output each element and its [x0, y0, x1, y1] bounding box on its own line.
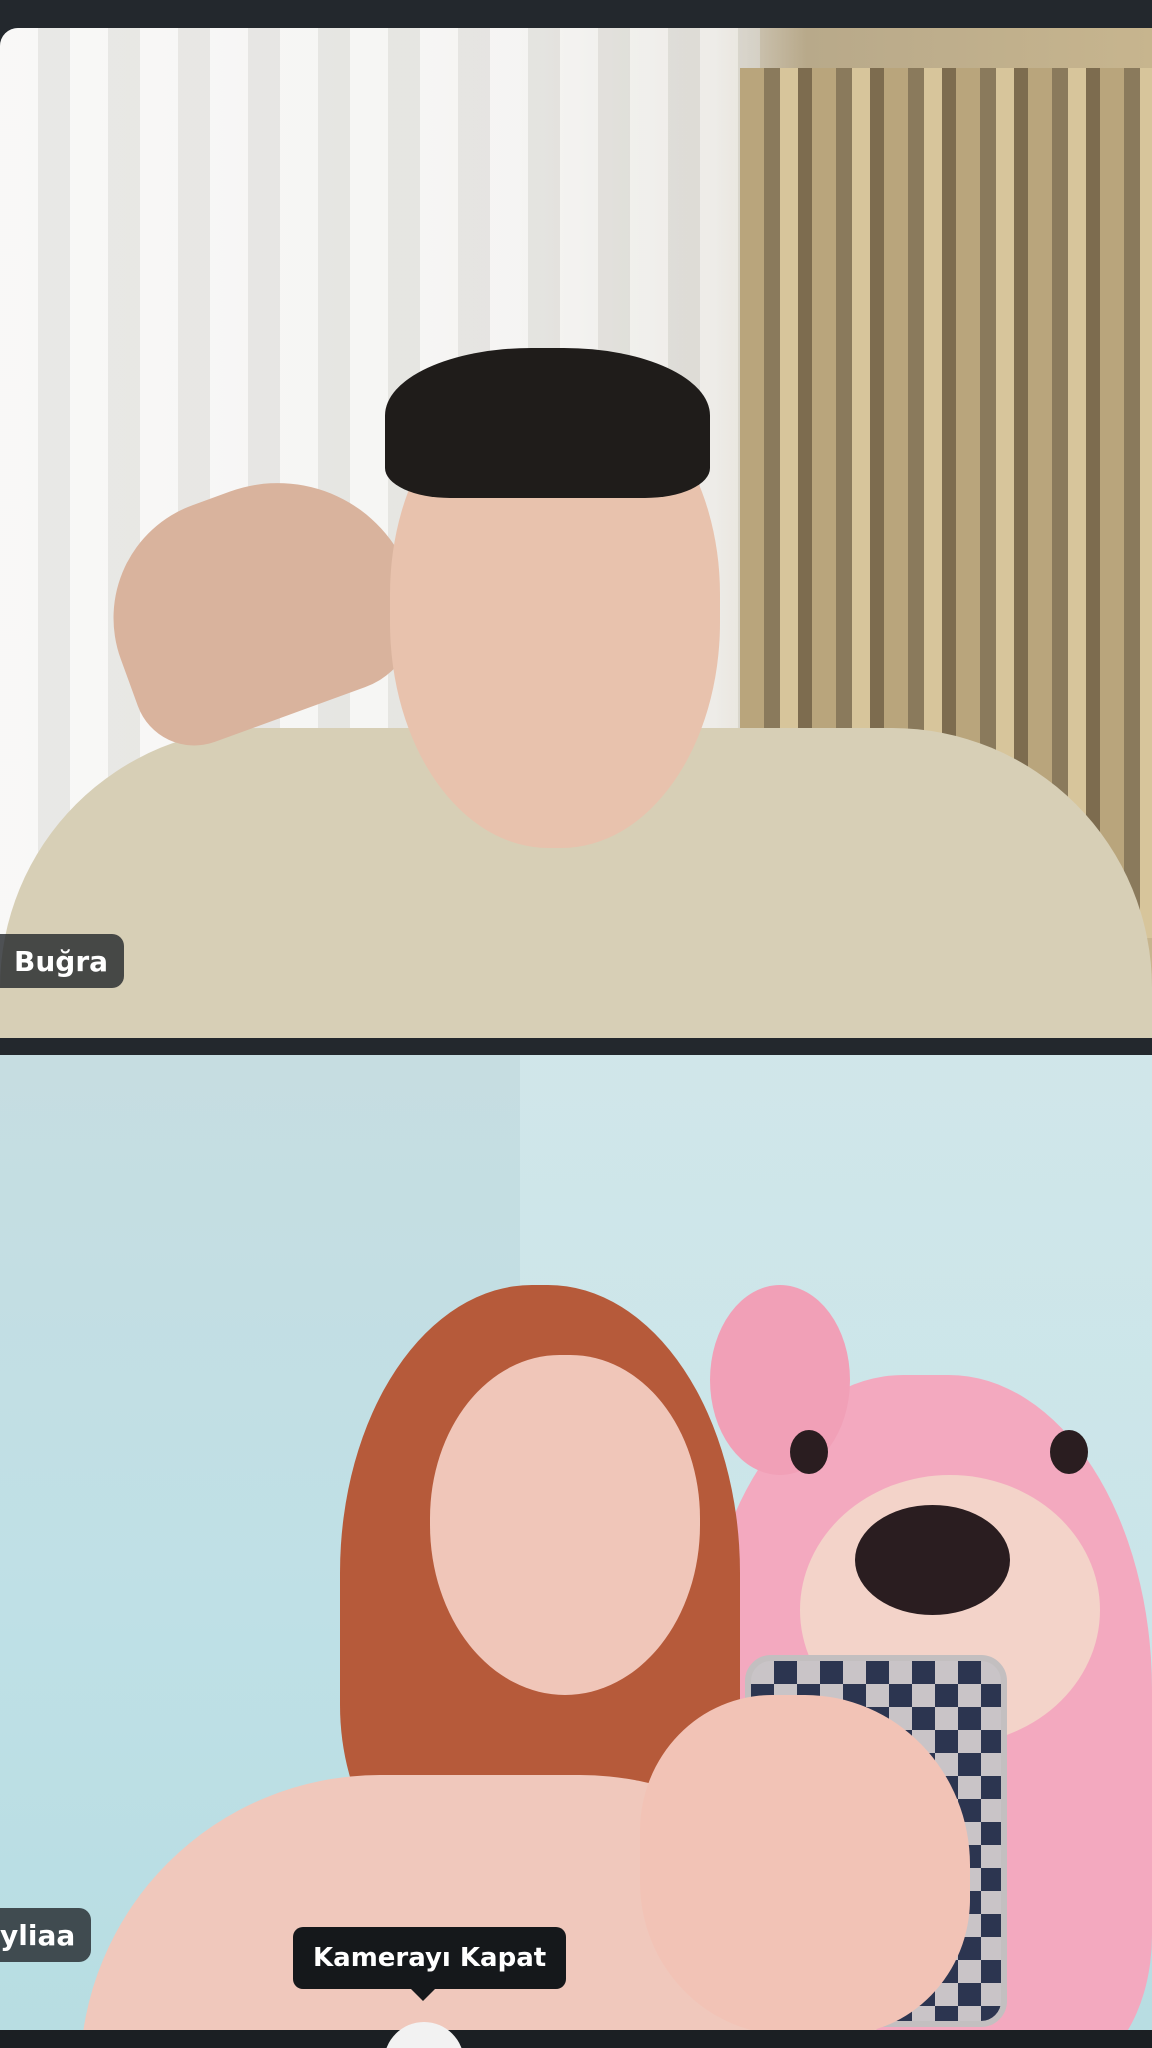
- teddy-bear-eye: [1050, 1430, 1088, 1474]
- participant-name-yliaa: yliaa: [0, 1908, 92, 1962]
- video-subject-hair: [385, 348, 710, 498]
- teddy-bear-ear: [710, 1285, 850, 1475]
- video-subject-head: [430, 1355, 700, 1695]
- video-subject-hand: [640, 1695, 970, 2035]
- video-call-screen: Buğra yliaa Kamerayı Kapat: [0, 0, 1152, 2048]
- participant-name-bugra: Buğra: [0, 934, 125, 988]
- camera-toggle-tooltip: Kamerayı Kapat: [293, 1927, 567, 2001]
- teddy-bear-nose: [855, 1505, 1010, 1615]
- call-control-bar: [0, 2030, 1152, 2048]
- participant-tile-yliaa[interactable]: [0, 1055, 1152, 2048]
- teddy-bear-eye: [790, 1430, 828, 1474]
- participant-tile-bugra[interactable]: [0, 28, 1152, 1038]
